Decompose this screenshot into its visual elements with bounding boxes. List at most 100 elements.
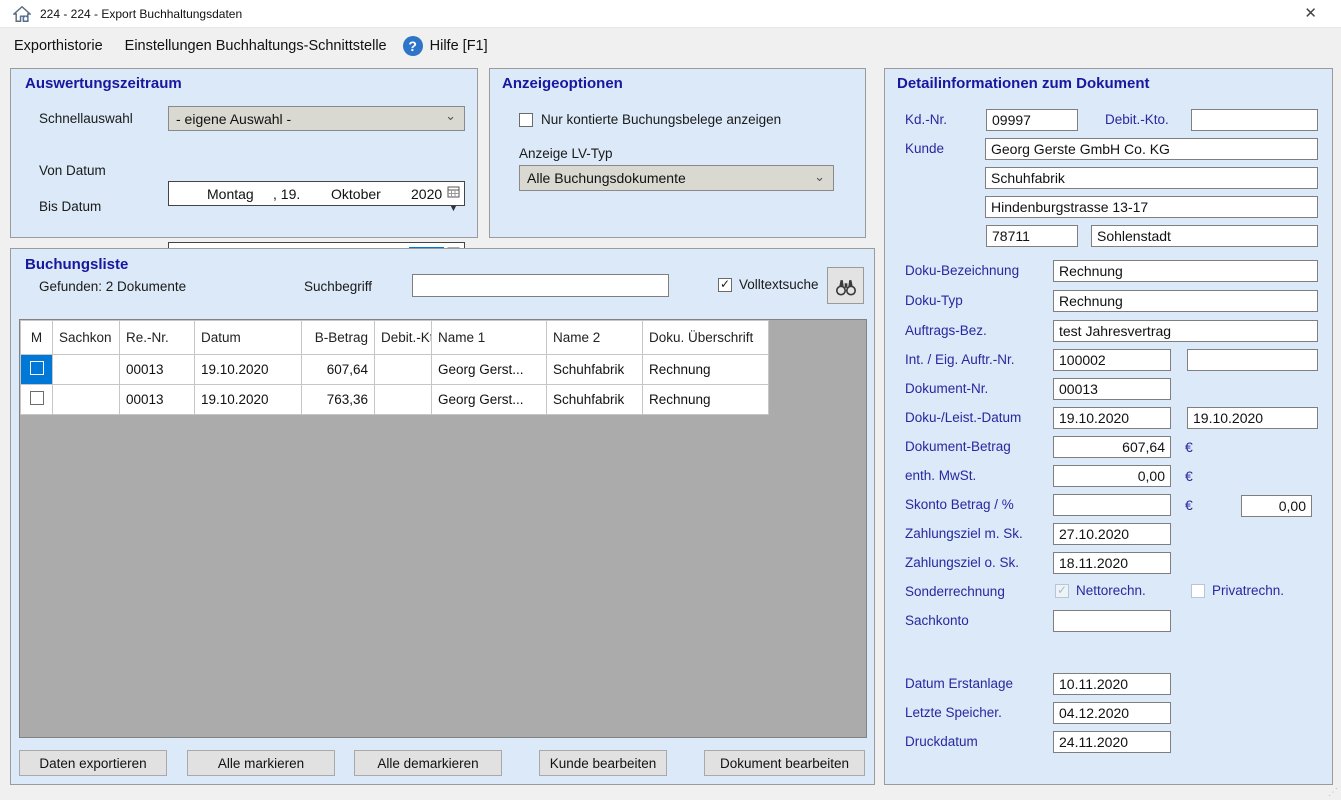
cell-datum: 19.10.2020 <box>195 385 302 415</box>
table-header-row: M Sachkon Re.-Nr. Datum B-Betrag Debit.-… <box>21 321 769 355</box>
debit-kto-field[interactable] <box>1191 109 1318 131</box>
alle-demarkieren-button[interactable]: Alle demarkieren <box>354 750 502 776</box>
panel-anzeigeoptionen: Anzeigeoptionen Nur kontierte Buchungsbe… <box>489 68 866 238</box>
erstanlage-field[interactable]: 10.11.2020 <box>1053 673 1171 695</box>
skonto-betrag-field[interactable] <box>1053 494 1171 516</box>
cell-doku: Rechnung <box>643 385 769 415</box>
alle-markieren-button[interactable]: Alle markieren <box>187 750 335 776</box>
panel-auswertungszeitraum: Auswertungszeitraum Schnellauswahl - eig… <box>10 68 478 238</box>
dokument-betrag-field[interactable]: 607,64 <box>1053 436 1171 458</box>
window-title: 224 - 224 - Export Buchhaltungsdaten <box>40 7 242 21</box>
col-header-doku-ueberschrift[interactable]: Doku. Überschrift <box>643 321 769 355</box>
row-checkbox[interactable] <box>30 391 44 405</box>
anzeige-lv-typ-select[interactable]: Alle Buchungsdokumente ⌄ <box>519 165 834 191</box>
cell-debit <box>375 385 432 415</box>
table-row[interactable]: 00013 19.10.2020 607,64 Georg Gerst... S… <box>21 355 769 385</box>
nettorechn-label: Nettorechn. <box>1076 583 1146 598</box>
auftrags-bez-field[interactable]: test Jahresvertrag <box>1053 320 1318 342</box>
buchungsliste-title: Buchungsliste <box>25 256 128 273</box>
skonto-label: Skonto Betrag / % <box>905 497 1014 512</box>
auftr-nr-label: Int. / Eig. Auftr.-Nr. <box>905 352 1015 367</box>
von-calendar-icon[interactable]: ▼ <box>447 185 460 214</box>
cell-datum: 19.10.2020 <box>195 355 302 385</box>
auftr-nr-field[interactable]: 100002 <box>1053 349 1171 371</box>
zahlungsziel-o-field[interactable]: 18.11.2020 <box>1053 552 1171 574</box>
nur-kontierte-label: Nur kontierte Buchungsbelege anzeigen <box>541 112 781 127</box>
doku-typ-field[interactable]: Rechnung <box>1053 290 1318 312</box>
panel-buchungsliste: Buchungsliste Gefunden: 2 Dokumente Such… <box>10 248 875 785</box>
doku-datum-field[interactable]: 19.10.2020 <box>1053 407 1171 429</box>
nettorechn-checkbox[interactable] <box>1055 584 1069 598</box>
col-header-datum[interactable]: Datum <box>195 321 302 355</box>
doku-leist-datum-label: Doku-/Leist.-Datum <box>905 410 1021 425</box>
letzte-speicher-label: Letzte Speicher. <box>905 705 1002 720</box>
doku-typ-label: Doku-Typ <box>905 293 963 308</box>
mwst-field[interactable]: 0,00 <box>1053 465 1171 487</box>
kunde-name-field[interactable]: Georg Gerste GmbH Co. KG <box>985 138 1318 160</box>
nur-kontierte-checkbox[interactable] <box>519 113 533 127</box>
volltextsuche-checkbox[interactable] <box>718 278 732 292</box>
skonto-prozent-field[interactable]: 0,00 <box>1241 495 1312 517</box>
schnellauswahl-value: - eigene Auswahl - <box>176 111 291 127</box>
kd-nr-field[interactable]: 09997 <box>986 109 1078 131</box>
cell-name1: Georg Gerst... <box>432 385 547 415</box>
sachkonto-field[interactable] <box>1053 610 1171 632</box>
strasse-field[interactable]: Hindenburgstrasse 13-17 <box>985 196 1318 218</box>
resize-grip[interactable]: ⋰ <box>1328 788 1338 798</box>
col-header-name2[interactable]: Name 2 <box>547 321 643 355</box>
suchbegriff-input[interactable] <box>412 274 669 297</box>
auswertungszeitraum-title: Auswertungszeitraum <box>25 75 182 92</box>
von-datum-field[interactable]: Montag , 19. Oktober 2020 ▼ <box>168 181 465 206</box>
leist-datum-field[interactable]: 19.10.2020 <box>1187 407 1318 429</box>
euro-sign: € <box>1185 497 1193 513</box>
menu-exporthistorie[interactable]: Exporthistorie <box>6 33 111 59</box>
col-header-debit-kt[interactable]: Debit.-Kt <box>375 321 432 355</box>
close-icon[interactable]: ✕ <box>1304 4 1317 24</box>
col-header-sachkonto[interactable]: Sachkon <box>53 321 120 355</box>
buchungsliste-grid-area: M Sachkon Re.-Nr. Datum B-Betrag Debit.-… <box>19 319 867 738</box>
ort-field[interactable]: Sohlenstadt <box>1091 225 1318 247</box>
doku-bez-label: Doku-Bezeichnung <box>905 263 1019 278</box>
suchbegriff-label: Suchbegriff <box>304 279 372 294</box>
erstanlage-label: Datum Erstanlage <box>905 676 1013 691</box>
cell-name2: Schuhfabrik <box>547 385 643 415</box>
buchungsliste-table: M Sachkon Re.-Nr. Datum B-Betrag Debit.-… <box>20 320 769 415</box>
anzeige-lv-typ-label: Anzeige LV-Typ <box>519 146 613 161</box>
title-bar: 224 - 224 - Export Buchhaltungsdaten ✕ <box>0 0 1341 28</box>
col-header-re-nr[interactable]: Re.-Nr. <box>120 321 195 355</box>
col-header-name1[interactable]: Name 1 <box>432 321 547 355</box>
daten-exportieren-button[interactable]: Daten exportieren <box>19 750 167 776</box>
kunde-name2-field[interactable]: Schuhfabrik <box>985 167 1318 189</box>
von-year: 2020 <box>409 186 444 202</box>
von-month: Oktober <box>331 186 397 202</box>
search-binoculars-button[interactable] <box>827 267 864 304</box>
col-header-b-betrag[interactable]: B-Betrag <box>302 321 375 355</box>
table-row[interactable]: 00013 19.10.2020 763,36 Georg Gerst... S… <box>21 385 769 415</box>
dokument-bearbeiten-button[interactable]: Dokument bearbeiten <box>704 750 865 776</box>
kunde-bearbeiten-button[interactable]: Kunde bearbeiten <box>539 750 667 776</box>
doku-bez-field[interactable]: Rechnung <box>1053 260 1318 282</box>
debit-kto-label: Debit.-Kto. <box>1105 112 1169 127</box>
col-header-m[interactable]: M <box>21 321 53 355</box>
menu-bar: Exporthistorie Einstellungen Buchhaltung… <box>0 29 1341 62</box>
volltextsuche-label: Volltextsuche <box>739 277 819 292</box>
plz-field[interactable]: 78711 <box>986 225 1078 247</box>
druckdatum-field[interactable]: 24.11.2020 <box>1053 731 1171 753</box>
menu-hilfe[interactable]: ? Hilfe [F1] <box>403 36 488 56</box>
anzeige-lv-typ-value: Alle Buchungsdokumente <box>527 170 686 186</box>
zahlungsziel-m-field[interactable]: 27.10.2020 <box>1053 523 1171 545</box>
letzte-speicher-field[interactable]: 04.12.2020 <box>1053 702 1171 724</box>
detail-title: Detailinformationen zum Dokument <box>897 75 1150 92</box>
euro-sign: € <box>1185 468 1193 484</box>
menu-einstellungen[interactable]: Einstellungen Buchhaltungs-Schnittstelle <box>117 33 395 59</box>
privatrechn-checkbox[interactable] <box>1191 584 1205 598</box>
schnellauswahl-select[interactable]: - eigene Auswahl - ⌄ <box>168 106 465 131</box>
privatrechn-label: Privatrechn. <box>1212 583 1284 598</box>
bis-datum-label: Bis Datum <box>39 199 101 214</box>
euro-sign: € <box>1185 439 1193 455</box>
row-checkbox[interactable] <box>30 361 44 375</box>
dokument-nr-field[interactable]: 00013 <box>1053 378 1171 400</box>
gefunden-text: Gefunden: 2 Dokumente <box>39 279 186 294</box>
cell-sachkonto <box>53 355 120 385</box>
eig-auftr-nr-field[interactable] <box>1187 349 1318 371</box>
